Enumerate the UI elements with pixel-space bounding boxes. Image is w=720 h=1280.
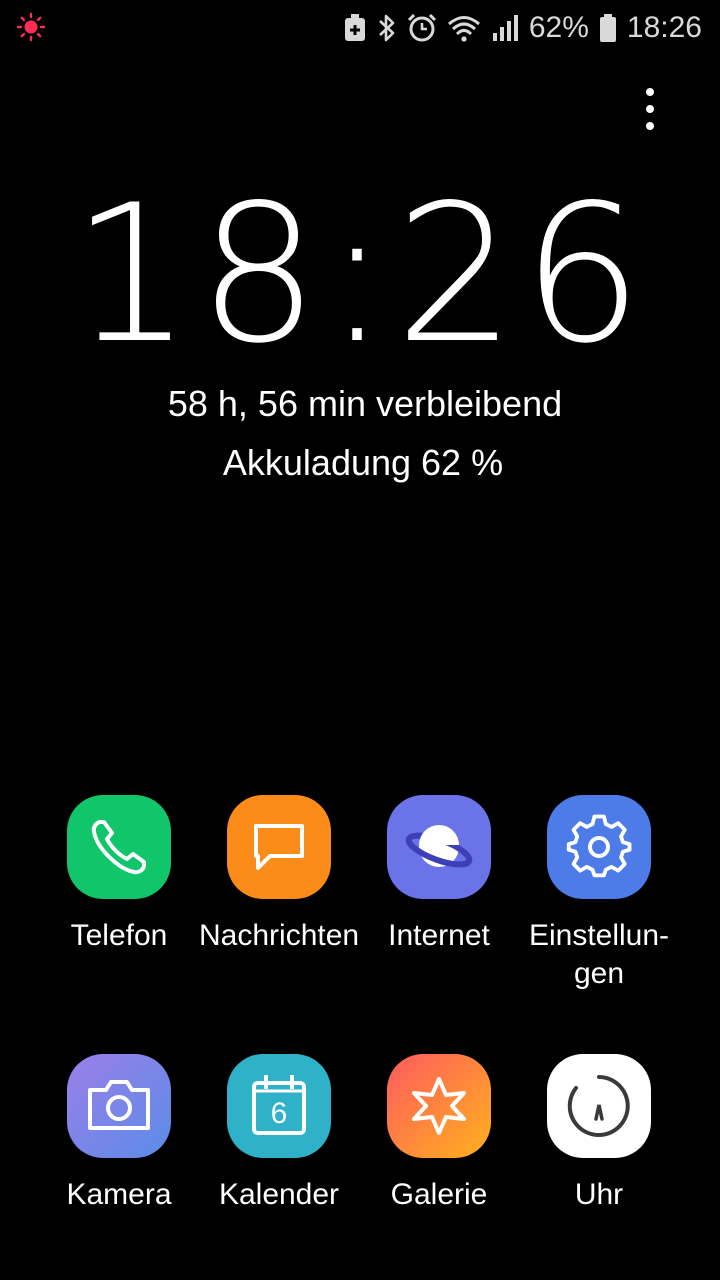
more-options-icon	[646, 88, 654, 96]
app-label: Kalender	[218, 1178, 340, 1211]
battery-percent: 62%	[528, 11, 589, 44]
app-label: Nachrichten	[199, 919, 360, 952]
app-label: Internet	[388, 919, 490, 952]
more-options-dot	[646, 105, 654, 113]
app-label: Telefon	[70, 919, 168, 952]
status-time: 18:26	[626, 11, 702, 44]
calendar-icon: 6	[227, 1054, 331, 1158]
app-internet[interactable]: Internet	[359, 795, 519, 955]
app-kalender[interactable]: 6 Kalender	[199, 1054, 359, 1214]
clock-icon	[547, 1054, 651, 1158]
status-icons: 62% 18:26	[343, 8, 702, 48]
lockscreen-clock: 18:26	[71, 164, 649, 385]
calendar-day: 6	[271, 1097, 288, 1130]
app-kamera[interactable]: Kamera	[39, 1054, 199, 1214]
app-label: Einstellun- gen	[528, 919, 670, 990]
gear-icon	[547, 795, 651, 899]
app-galerie[interactable]: Galerie	[359, 1054, 519, 1214]
status-bar[interactable]: 62% 18:26	[0, 0, 720, 56]
message-icon	[227, 795, 331, 899]
wifi-icon	[447, 16, 480, 42]
sun-notification-icon	[16, 12, 46, 42]
battery-icon	[599, 14, 616, 42]
bluetooth-icon	[378, 14, 395, 42]
battery-saver-icon	[344, 14, 365, 41]
gallery-flower-icon	[387, 1054, 491, 1158]
planet-icon	[387, 795, 491, 899]
alarm-icon	[407, 13, 436, 42]
more-options-dot	[646, 122, 654, 130]
app-label: Uhr	[574, 1178, 624, 1211]
more-options-button[interactable]	[636, 88, 664, 130]
app-einstellungen[interactable]: Einstellun- gen	[519, 795, 679, 993]
app-nachrichten[interactable]: Nachrichten	[199, 795, 359, 955]
signal-icon	[492, 15, 518, 41]
app-uhr[interactable]: Uhr	[519, 1054, 679, 1214]
camera-icon	[67, 1054, 171, 1158]
phone-icon	[67, 795, 171, 899]
battery-charge-text: Akkuladung 62 %	[222, 442, 504, 483]
app-label: Kamera	[66, 1178, 172, 1211]
app-telefon[interactable]: Telefon	[39, 795, 199, 955]
app-label: Galerie	[390, 1178, 488, 1211]
remaining-time-text: 58 h, 56 min verbleibend	[167, 383, 563, 424]
